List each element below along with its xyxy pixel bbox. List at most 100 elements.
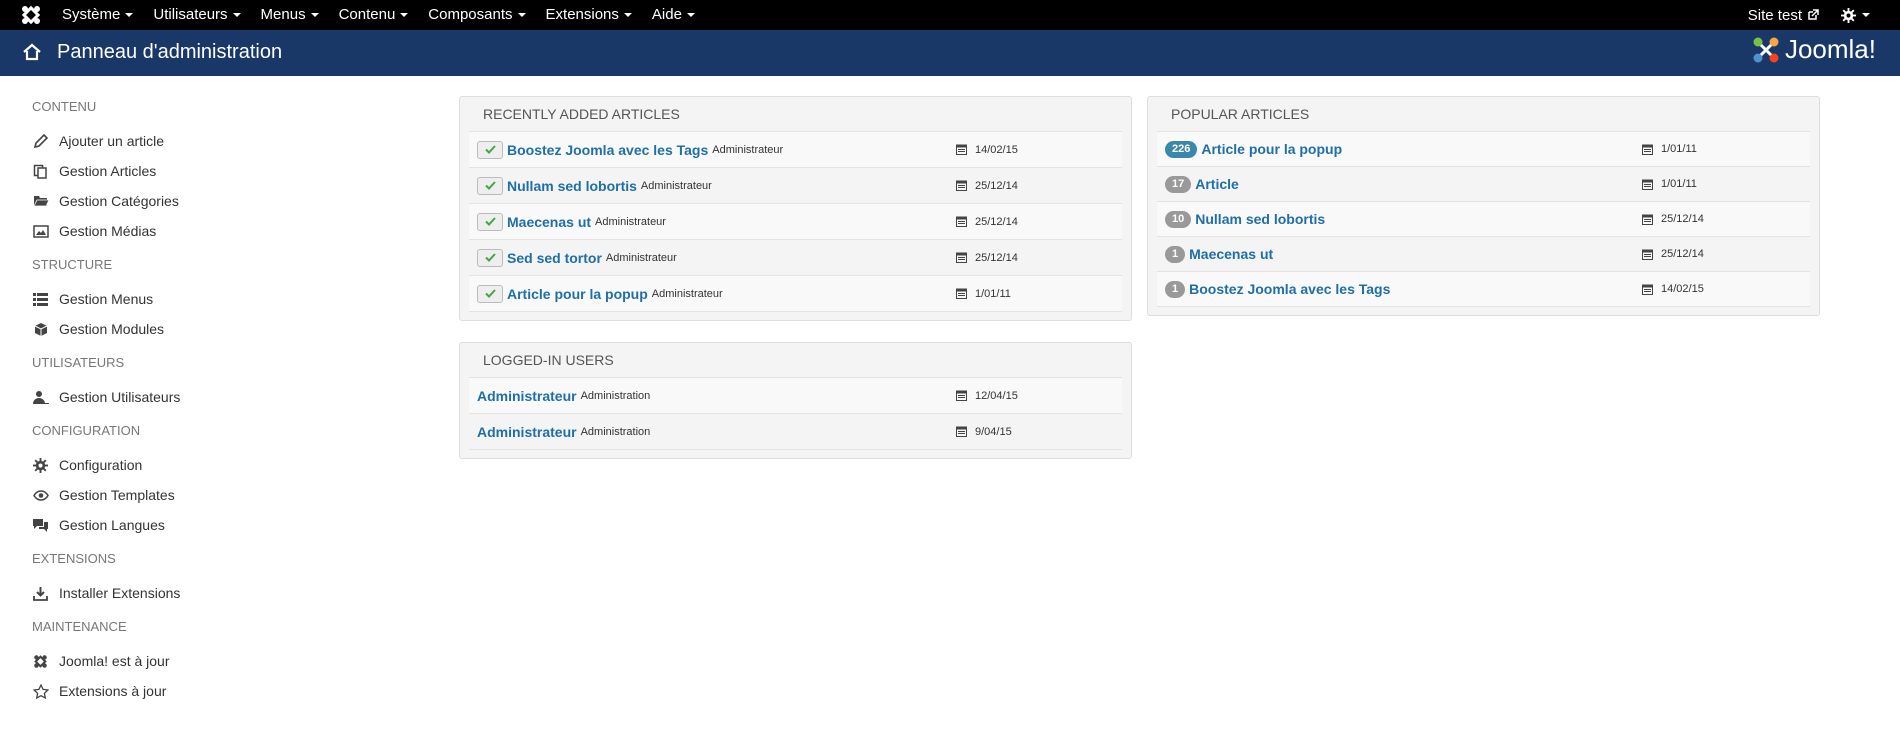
article-link[interactable]: Article pour la popup [1201,141,1342,157]
table-row: Nullam sed lobortis Administrateur 25/12… [469,168,1122,204]
article-date: 1/01/11 [1642,143,1697,155]
comments-icon [32,517,49,534]
gear-icon [1841,7,1856,23]
published-check-icon[interactable] [477,212,503,231]
image-icon [32,223,49,240]
calendar-icon [956,252,967,263]
sidebar-item-installer-extensions[interactable]: Installer Extensions [32,578,412,608]
date-text: 1/01/11 [1661,178,1697,190]
sidebar-item-gestion-categories[interactable]: Gestion Catégories [32,186,412,216]
article-date: 25/12/14 [956,216,1018,228]
sidebar-item-gestion-menus[interactable]: Gestion Menus [32,284,412,314]
menu-systeme[interactable]: Système [52,0,143,30]
published-check-icon[interactable] [477,284,503,303]
sidebar-item-label: Configuration [59,457,143,473]
sidebar-item-label: Installer Extensions [59,585,181,601]
caret-down-icon [623,13,632,18]
sidebar-item-joomla-a-jour[interactable]: Joomla! est à jour [32,646,412,676]
calendar-icon [1642,179,1653,190]
menu-aide[interactable]: Aide [642,0,705,30]
menu-extensions[interactable]: Extensions [536,0,642,30]
menu-label: Extensions [545,6,619,23]
menu-menus[interactable]: Menus [251,0,329,30]
sidebar-item-label: Joomla! est à jour [59,653,170,669]
caret-down-icon [310,13,319,18]
sidebar-item-gestion-modules[interactable]: Gestion Modules [32,314,412,344]
sidebar-item-gestion-utilisateurs[interactable]: Gestion Utilisateurs [32,382,412,412]
caret-down-icon [400,13,409,18]
user-menu[interactable] [1841,7,1870,23]
article-author: Administrateur [651,287,723,300]
date-text: 25/12/14 [975,215,1018,228]
sidebar-item-gestion-langues[interactable]: Gestion Langues [32,510,412,540]
site-link[interactable]: Site test [1748,7,1819,24]
sidebar-item-extensions-a-jour[interactable]: Extensions à jour [32,676,412,706]
logged-in-users-panel: LOGGED-IN USERS Administrateur Administr… [459,342,1132,459]
list-icon [32,291,49,308]
joomla-logo-icon[interactable] [20,4,42,26]
article-link[interactable]: Maecenas ut [1189,246,1273,262]
sidebar-item-configuration[interactable]: Configuration [32,450,412,480]
calendar-icon [956,426,967,437]
article-date: 25/12/14 [956,180,1018,192]
sidebar-item-label: Gestion Templates [59,487,175,503]
external-link-icon [1808,9,1819,20]
home-icon [23,43,41,61]
date-text: 25/12/14 [975,251,1018,264]
section-title: CONTENU [32,99,97,114]
user-area: Administration [580,389,651,402]
page-title: Panneau d'administration [57,41,283,63]
sidebar-item-gestion-articles[interactable]: Gestion Articles [32,156,412,186]
sidebar-section-utilisateurs: UTILISATEURS Gestion Utilisateurs [32,354,412,412]
login-date: 12/04/15 [956,390,1018,402]
menu-utilisateurs[interactable]: Utilisateurs [143,0,250,30]
caret-down-icon [1862,13,1870,17]
caret-down-icon [517,13,526,18]
published-check-icon[interactable] [477,248,503,267]
sidebar-item-label: Gestion Menus [59,291,154,307]
article-link[interactable]: Maecenas ut [507,214,591,230]
sidebar-item-label: Extensions à jour [59,683,167,699]
cube-icon [32,321,49,338]
article-link[interactable]: Nullam sed lobortis [1195,211,1325,227]
article-link[interactable]: Nullam sed lobortis [507,178,637,194]
page-header: Panneau d'administration Joomla! [0,30,1900,76]
folder-open-icon [32,193,49,210]
sidebar-section-configuration: CONFIGURATION Configuration Gestion Temp… [32,422,412,540]
article-date: 1/01/11 [956,288,1011,300]
article-link[interactable]: Sed sed tortor [507,250,602,266]
article-link[interactable]: Boostez Joomla avec les Tags [507,142,708,158]
article-date: 14/02/15 [956,144,1018,156]
article-link[interactable]: Article [1195,176,1239,192]
date-text: 1/01/11 [1661,143,1697,155]
article-date: 25/12/14 [1642,213,1704,225]
hits-badge: 1 [1165,280,1186,298]
sidebar-item-label: Gestion Langues [59,517,165,533]
sidebar-section-structure: STRUCTURE Gestion Menus Gestion Modules [32,256,412,344]
calendar-icon [956,144,967,155]
users-icon [32,389,49,406]
top-navbar: Système Utilisateurs Menus Contenu Compo… [0,0,1900,30]
date-text: 1/01/11 [975,287,1011,300]
published-check-icon[interactable] [477,140,503,159]
table-row: 10 Nullam sed lobortis 25/12/14 [1157,202,1810,237]
user-link[interactable]: Administrateur [477,388,577,404]
panel-title: RECENTLY ADDED ARTICLES [469,97,1122,132]
article-link[interactable]: Article pour la popup [507,286,648,302]
article-date: 14/02/15 [1642,283,1704,295]
article-date: 25/12/14 [956,252,1018,264]
sidebar-item-gestion-medias[interactable]: Gestion Médias [32,216,412,246]
sidebar-item-label: Gestion Utilisateurs [59,389,181,405]
user-link[interactable]: Administrateur [477,424,577,440]
menu-composants[interactable]: Composants [418,0,535,30]
hits-badge: 226 [1165,140,1198,158]
sidebar-item-gestion-templates[interactable]: Gestion Templates [32,480,412,510]
article-link[interactable]: Boostez Joomla avec les Tags [1189,281,1390,297]
menu-label: Contenu [338,6,396,23]
sidebar-item-ajouter-article[interactable]: Ajouter un article [32,126,412,156]
table-row: Maecenas ut Administrateur 25/12/14 [469,204,1122,240]
menu-contenu[interactable]: Contenu [329,0,419,30]
recent-articles-panel: RECENTLY ADDED ARTICLES Boostez Joomla a… [459,96,1132,321]
published-check-icon[interactable] [477,176,503,195]
section-title: CONFIGURATION [32,423,141,438]
